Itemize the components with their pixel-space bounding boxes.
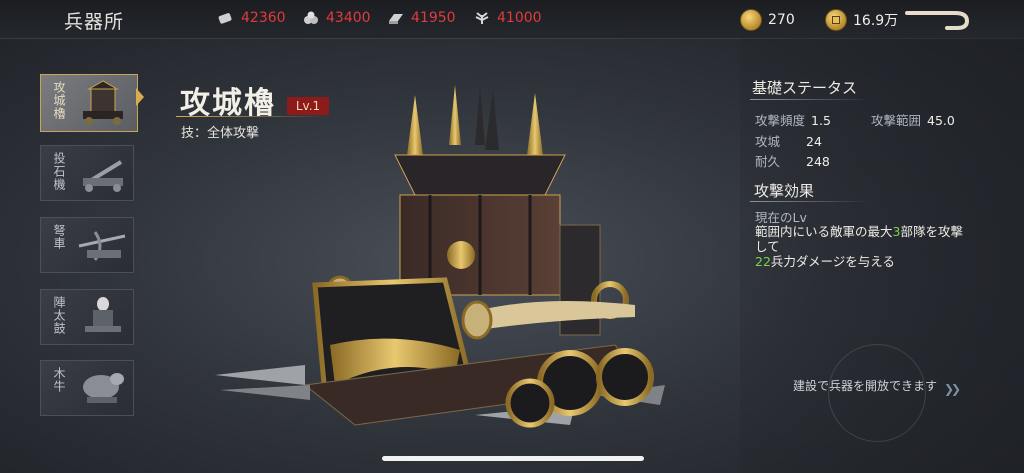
weapon-list-label: 投石機 [52,152,66,191]
section-divider [750,99,870,100]
attack-effect-title: 攻撃効果 [754,182,815,200]
stat-durability: 耐久 248 [755,154,830,169]
weapon-list-label: 陣太鼓 [52,296,66,335]
top-bar: 兵器所 42360 43400 41950 41000 270 16.9万 [0,0,1024,39]
selected-indicator-icon [136,88,144,106]
stat-attack-range: 攻撃範囲 45.0 [871,113,955,128]
weapon-list-item[interactable]: 弩車 [40,217,134,273]
resource-wood: 42360 [218,10,286,26]
resource-iron: 41950 [388,10,456,26]
catapult-thumbnail-icon [83,160,123,192]
effect-current-level-label: 現在のLv [755,210,807,225]
weapon-list-item[interactable]: 陣太鼓 [40,289,134,345]
stat-siege: 攻城 24 [755,134,822,149]
chevron-right-icon[interactable]: ❯❯ [944,382,961,396]
grain-icon [475,12,489,24]
currency-gold: 270 [740,9,795,31]
weapon-list-item-active[interactable]: 攻城櫓 [40,74,138,132]
copper-coin-icon [825,9,847,31]
section-divider [750,201,870,202]
siege-tower-illustration [215,85,665,428]
iron-icon [389,14,403,24]
weapon-list-item[interactable]: 木牛 [40,360,134,416]
page-title: 兵器所 [64,11,125,33]
effect-line-3: 22兵力ダメージを与える [755,254,895,269]
resource-stone: 43400 [303,10,371,26]
stone-icon [304,11,318,24]
weapon-list-label: 弩車 [52,224,66,250]
weapon-list-label: 攻城櫓 [52,81,66,120]
currency-copper: 16.9万 [825,9,898,31]
weapon-list-item[interactable]: 投石機 [40,145,134,201]
home-indicator[interactable] [382,456,644,461]
unlock-hint: 建設で兵器を開放できます [793,379,938,393]
war-drum-thumbnail-icon [85,297,121,332]
stat-attack-frequency: 攻撃頻度 1.5 [755,113,831,128]
resource-grain: 41000 [474,10,542,26]
weapon-list-label: 木牛 [52,367,66,393]
siege-tower-thumbnail-icon [83,80,123,125]
effect-line-1: 範囲内にいる敵軍の最大3部隊を攻撃 [755,224,963,239]
wooden-ox-thumbnail-icon [83,373,124,403]
effect-line-2: して [755,239,780,254]
ballista-thumbnail-icon [78,231,126,261]
gold-coin-icon [740,9,762,31]
wood-icon [218,13,232,24]
base-status-title: 基礎ステータス [752,79,858,97]
back-arrow-icon[interactable] [905,6,973,32]
